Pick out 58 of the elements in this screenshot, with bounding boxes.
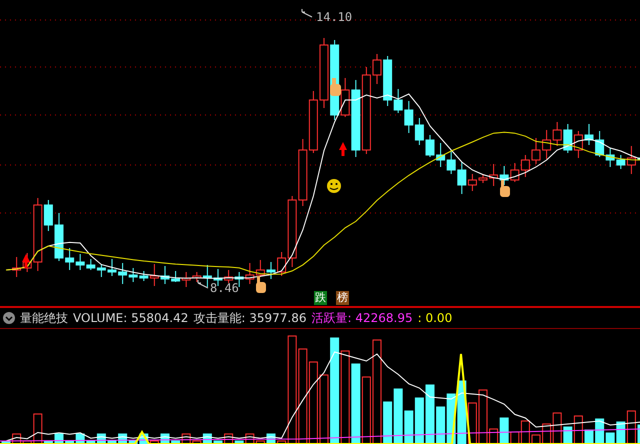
candle <box>606 148 615 168</box>
volume-bar <box>426 384 434 444</box>
hand-icon <box>330 78 341 96</box>
candle <box>224 270 234 284</box>
candle <box>446 150 456 174</box>
candle <box>65 248 74 270</box>
candle <box>320 38 328 108</box>
low-price-label: 8.46 <box>210 281 239 295</box>
candle <box>245 262 254 284</box>
candle <box>542 130 552 160</box>
candle <box>574 130 583 158</box>
candle <box>96 264 106 278</box>
volume-bar <box>214 440 222 444</box>
volume-bar <box>108 440 116 444</box>
collapse-icon[interactable] <box>3 312 15 324</box>
volume-bar <box>2 440 10 444</box>
candle <box>308 90 318 154</box>
signal-badge: 榜 <box>336 291 349 305</box>
candle <box>426 134 434 158</box>
candle <box>298 138 308 206</box>
candle <box>171 270 180 282</box>
indicator-name: 量能绝技 <box>20 310 68 326</box>
pointer-arrow-icon <box>198 280 208 288</box>
signal-badge: 跌 <box>314 291 327 305</box>
candle <box>372 54 382 84</box>
indicator-value: 活跃量: 42268.95 <box>312 310 413 326</box>
candle <box>510 162 520 182</box>
arrow-icon <box>22 254 30 268</box>
pointer-arrow-icon <box>302 8 312 18</box>
indicator-value: 攻击量能: 35977.86 <box>193 310 306 326</box>
candle <box>266 262 276 280</box>
volume-bar <box>414 398 424 444</box>
candle <box>108 258 116 276</box>
candle <box>478 174 488 184</box>
hand-icon <box>500 180 510 197</box>
candle <box>595 130 604 158</box>
candle <box>86 258 96 270</box>
candle <box>552 122 562 146</box>
volume-bar <box>436 406 446 444</box>
candle <box>584 124 594 146</box>
candle <box>489 164 498 186</box>
candle <box>76 254 85 270</box>
smiley-icon <box>327 179 341 193</box>
candle <box>160 266 170 284</box>
candle <box>404 100 414 134</box>
candle <box>54 212 64 262</box>
indicator-value: VOLUME: 55804.42 <box>73 311 188 325</box>
candle <box>532 138 540 164</box>
candle <box>520 154 530 178</box>
candle <box>414 118 424 146</box>
high-price-label: 14.10 <box>316 10 352 24</box>
candle <box>256 260 265 278</box>
hand-icon <box>256 276 266 293</box>
candle <box>12 256 22 278</box>
arrow-icon <box>339 142 347 156</box>
candle <box>436 142 446 168</box>
candle <box>563 124 572 154</box>
indicator-value: : 0.00 <box>418 311 452 325</box>
